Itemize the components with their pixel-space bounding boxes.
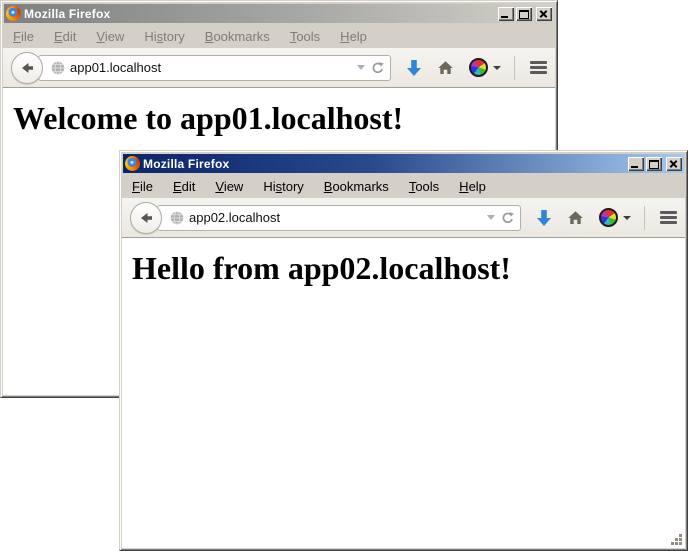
chevron-down-icon (493, 66, 501, 70)
globe-icon (51, 61, 65, 75)
back-button[interactable] (11, 52, 43, 84)
menu-tools[interactable]: Tools (280, 27, 330, 46)
urlbar[interactable] (38, 55, 391, 81)
chevron-down-icon[interactable] (357, 65, 365, 70)
menu-help[interactable]: Help (330, 27, 377, 46)
menu-bookmarks[interactable]: Bookmarks (195, 27, 280, 46)
toolbar-separator (644, 206, 645, 230)
menu-history[interactable]: History (253, 177, 313, 196)
url-input[interactable] (184, 210, 485, 225)
hamburger-menu-icon (660, 209, 677, 226)
page-content: Hello from app02.localhost! (122, 238, 685, 548)
maximize-icon (519, 10, 529, 19)
firefox-logo-icon (125, 156, 140, 171)
menubar: File Edit View History Bookmarks Tools H… (3, 24, 555, 48)
page-heading: Welcome to app01.localhost! (13, 100, 555, 137)
color-wheel-addon-icon (469, 58, 488, 77)
menu-view[interactable]: View (205, 177, 253, 196)
back-arrow-icon (138, 210, 154, 226)
minimize-button[interactable] (628, 157, 644, 171)
close-button[interactable] (666, 157, 682, 171)
menu-file[interactable]: File (3, 27, 44, 46)
menu-file[interactable]: File (122, 177, 163, 196)
home-icon (567, 210, 584, 226)
close-button[interactable] (536, 7, 552, 21)
urlbar[interactable] (157, 205, 521, 231)
resize-grip-dots (670, 533, 673, 536)
resize-grip[interactable] (670, 533, 684, 547)
menu-edit[interactable]: Edit (163, 177, 205, 196)
menu-help[interactable]: Help (449, 177, 496, 196)
download-arrow-icon (536, 209, 552, 227)
hamburger-menu-icon (530, 59, 547, 76)
window-title: Mozilla Firefox (21, 7, 496, 21)
home-icon (437, 60, 454, 76)
titlebar[interactable]: Mozilla Firefox (123, 154, 684, 173)
addon-button[interactable] (599, 208, 631, 227)
toolbar-separator (514, 56, 515, 80)
menu-bookmarks[interactable]: Bookmarks (314, 177, 399, 196)
menubar: File Edit View History Bookmarks Tools H… (122, 174, 685, 198)
window-title: Mozilla Firefox (140, 157, 626, 171)
minimize-button[interactable] (498, 7, 514, 21)
chevron-down-icon[interactable] (487, 215, 495, 220)
maximize-icon (649, 160, 659, 169)
maximize-button[interactable] (516, 7, 532, 21)
chevron-down-icon (623, 216, 631, 220)
maximize-button[interactable] (646, 157, 662, 171)
firefox-window-app02: Mozilla Firefox File Edit View History B… (119, 150, 688, 551)
app-menu-button[interactable] (530, 59, 547, 76)
download-button[interactable] (406, 59, 422, 77)
url-input[interactable] (65, 60, 355, 75)
reload-icon[interactable] (371, 61, 385, 75)
download-button[interactable] (536, 209, 552, 227)
addon-button[interactable] (469, 58, 501, 77)
app-menu-button[interactable] (660, 209, 677, 226)
nav-toolbar (3, 48, 555, 88)
page-heading: Hello from app02.localhost! (132, 250, 685, 287)
menu-edit[interactable]: Edit (44, 27, 86, 46)
menu-tools[interactable]: Tools (399, 177, 449, 196)
menu-history[interactable]: History (134, 27, 194, 46)
nav-toolbar (122, 198, 685, 238)
menu-view[interactable]: View (86, 27, 134, 46)
color-wheel-addon-icon (599, 208, 618, 227)
titlebar[interactable]: Mozilla Firefox (4, 4, 554, 23)
back-arrow-icon (19, 60, 35, 76)
home-button[interactable] (567, 210, 584, 226)
home-button[interactable] (437, 60, 454, 76)
globe-icon (170, 211, 184, 225)
download-arrow-icon (406, 59, 422, 77)
minimize-icon (631, 166, 638, 168)
back-button[interactable] (130, 202, 162, 234)
minimize-icon (501, 16, 508, 18)
firefox-logo-icon (6, 6, 21, 21)
reload-icon[interactable] (501, 211, 515, 225)
